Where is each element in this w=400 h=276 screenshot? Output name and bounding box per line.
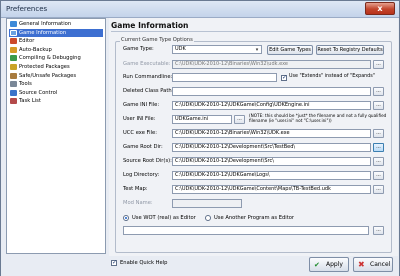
test-map-label: Test Map: [123,186,148,192]
ucc-exe-file-browse-button[interactable]: ... [373,129,384,138]
nav-item-game-information[interactable]: Game Information [9,28,103,38]
apply-button[interactable]: ✔ Apply [309,257,349,272]
nav-item-label: Task List [19,98,41,105]
game-root-dir-browse-button[interactable]: ... [373,143,384,152]
nav-item-editor[interactable]: Editor [9,37,103,46]
tools-icon [10,81,17,88]
compile-icon [10,55,17,62]
game-ini-file-label: Game INI File: [123,102,160,108]
mod-name-field[interactable] [172,199,242,208]
nav-item-protected-packages[interactable]: Protected Packages [9,63,103,72]
use-wot-editor-radio[interactable] [123,215,129,221]
test-map-field[interactable]: C:\UDK\UDK-2010-12\UDKGame\Content\Maps\… [172,185,371,194]
nav-item-label: Tools [19,81,32,88]
group-label: Current Game Type Options [120,37,194,43]
nav-item-label: Safe/Unsafe Packages [19,72,77,79]
nav-item-general-information[interactable]: General Information [9,20,103,29]
lock-icon [10,64,17,70]
mod-name-label: Mod Name: [123,200,153,206]
nav-item-label: Auto-Backup [19,46,52,53]
backup-icon [10,46,17,53]
ucc-exe-file-label: UCC exe File: [123,130,157,136]
nav-item-label: Protected Packages [19,64,70,70]
nav-item-tools[interactable]: Tools [9,80,103,89]
preferences-window: Preferences x General Information Game I… [0,0,400,276]
game-root-dir-label: Game Root Dir: [123,144,163,150]
source-root-dirs-field[interactable]: C:\UDK\UDK-2010-12\Development\Src\ [172,157,371,166]
enable-quick-help-label: Enable Quick Help [120,260,168,266]
nav-item-compiling-debugging[interactable]: Compiling & Debugging [9,54,103,63]
game-executable-field[interactable]: C:\UDK\UDK-2010-12\Binaries\Win32\udk.ex… [172,60,371,69]
gamepad-icon [10,29,17,36]
log-directory-label: Log Directory: [123,172,160,178]
chevron-down-icon: ▾ [255,47,259,53]
nav-item-label: Game Information [19,29,67,36]
use-another-editor-radio[interactable] [205,215,211,221]
tasklist-icon [10,98,17,105]
use-wot-editor-label: Use WOT (real) as Editor [132,214,196,221]
log-directory-field[interactable]: C:\UDK\UDK-2010-12\UDKGame\Logs\ [172,171,371,180]
log-directory-browse-button[interactable]: ... [373,171,384,180]
use-extends-checkbox[interactable] [281,74,287,81]
cancel-x-icon: ✖ [358,260,365,269]
nav-item-label: Compiling & Debugging [19,55,81,62]
title-bar: Preferences x [1,1,399,18]
close-button[interactable]: x [365,2,395,15]
deleted-class-path-browse-button[interactable]: ... [373,87,384,96]
user-ini-file-field[interactable]: UDKGame.ini [172,115,232,124]
nav-item-label: Source Control [19,89,58,96]
category-list: General Information Game Information Edi… [6,18,106,254]
package-icon [10,72,17,79]
game-root-dir-field[interactable]: C:\UDK\UDK-2010-12\Development\Src\TestB… [172,143,371,152]
ucc-exe-file-field[interactable]: C:\UDK\UDK-2010-12\Binaries\Win32\UDK.ex… [172,129,371,138]
reset-registry-defaults-button[interactable]: Reset To Registry Defaults [316,45,384,55]
bottom-bar: Enable Quick Help ✔ Apply ✖ Cancel [1,256,399,276]
game-ini-file-browse-button[interactable]: ... [373,101,384,110]
game-information-panel: Game Information Current Game Type Optio… [109,18,398,256]
enable-quick-help-checkbox[interactable] [111,259,117,266]
deleted-class-path-field[interactable] [172,87,371,96]
apply-button-label: Apply [326,261,343,268]
game-type-value: UDK [175,46,186,52]
nav-item-task-list[interactable]: Task List [9,97,103,106]
cancel-button-label: Cancel [370,261,391,268]
source-root-dirs-label: Source Root Dir(s): [123,158,172,164]
edit-game-types-button[interactable]: Edit Game Types [267,45,313,55]
user-ini-file-browse-button[interactable]: ... [234,115,245,124]
game-type-label: Game Type: [123,46,154,52]
run-commandline-label: Run Commandline: [123,74,173,80]
window-title: Preferences [6,5,48,13]
page-title: Game Information [111,21,189,30]
nav-item-safe-unsafe-packages[interactable]: Safe/Unsafe Packages [9,72,103,81]
use-extends-label: Use "Extends" instead of "Expands" [289,74,375,79]
run-commandline-field[interactable] [172,73,277,82]
user-ini-note: (NOTE: this should be *just* the filenam… [249,113,387,123]
source-control-icon [10,89,17,96]
game-executable-browse-button[interactable]: ... [373,60,384,69]
editor-path-field[interactable] [123,226,369,235]
deleted-class-path-label: Deleted Class Path: [123,88,174,94]
cancel-button[interactable]: ✖ Cancel [353,257,393,272]
editor-icon [10,38,17,45]
use-another-editor-label: Use Another Program as Editor [214,214,295,221]
game-type-combobox[interactable]: UDK ▾ [172,45,262,54]
source-root-dirs-browse-button[interactable]: ... [373,157,384,166]
nav-item-source-control[interactable]: Source Control [9,89,103,98]
nav-item-auto-backup[interactable]: Auto-Backup [9,46,103,55]
title-divider [111,31,391,32]
nav-item-label: Editor [19,38,35,45]
user-ini-file-label: User INI File: [123,116,156,122]
checkmark-icon: ✔ [314,261,320,269]
game-ini-file-field[interactable]: C:\UDK\UDK-2010-12\UDKGame\Config\UDKEng… [172,101,371,110]
info-icon [10,21,17,27]
game-executable-label: Game Executable: [123,61,171,67]
editor-path-browse-button[interactable]: ... [373,226,384,235]
nav-item-label: General Information [19,21,72,27]
test-map-browse-button[interactable]: ... [373,185,384,194]
